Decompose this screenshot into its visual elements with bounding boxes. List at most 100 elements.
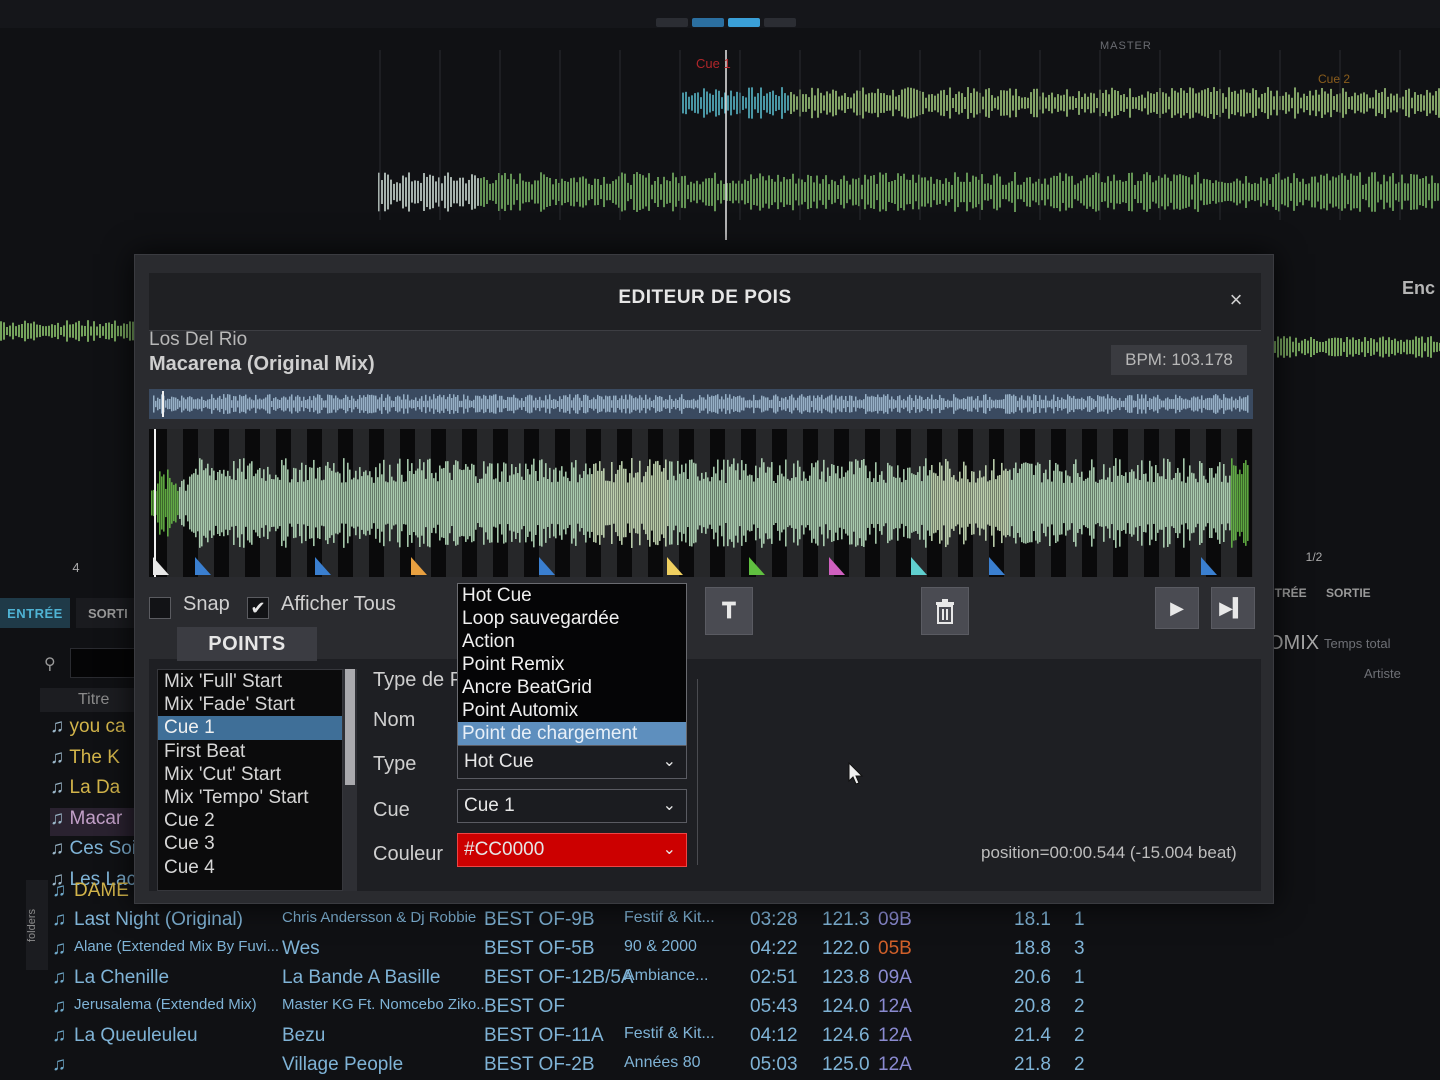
cell-album: BEST OF-9B <box>484 909 595 930</box>
couleur-select-value: #CC0000 <box>464 839 545 860</box>
dropdown-option[interactable]: Ancre BeatGrid <box>458 676 686 699</box>
cell-gain: 21.8 <box>1014 1054 1051 1075</box>
deck-button[interactable] <box>728 18 760 27</box>
snap-label: Snap <box>183 593 230 615</box>
type-de-point-dropdown[interactable]: Hot Cue Loop sauvegardée Action Point Remix… <box>457 583 687 745</box>
left-deck-waveform <box>0 320 134 342</box>
total-time-label: Temps total <box>1324 636 1391 651</box>
chevron-down-icon: ⌄ <box>662 753 676 770</box>
table-row[interactable]: ♫ La Queuleuleu Bezu BEST OF-11A Festif & Ki… <box>0 1025 1440 1054</box>
points-list-item[interactable]: Mix 'Cut' Start <box>158 763 342 786</box>
type-de-point-label: Type de P <box>373 669 464 691</box>
dropdown-option[interactable]: Point Automix <box>458 699 686 722</box>
left-entree-button[interactable]: ENTRÉE <box>0 598 70 628</box>
couleur-select[interactable]: #CC0000 ⌄ <box>457 833 687 867</box>
table-row[interactable]: ♫ Last Night (Original) Chris Andersson & … <box>0 909 1440 938</box>
marker-button[interactable]: 𝐓 <box>705 587 753 635</box>
cell-artist: Village People <box>282 1054 404 1075</box>
poi-editor-dialog: EDITEUR DE POIS × Los Del Rio Macarena (… <box>134 254 1274 904</box>
right-loop-size[interactable]: 1/2 <box>1296 546 1332 568</box>
cell-album: BEST OF-5B <box>484 938 595 959</box>
search-input[interactable] <box>70 648 136 678</box>
cell-album: BEST OF-12B/5A <box>484 967 634 988</box>
divider <box>697 679 698 865</box>
cell-key: 12A <box>878 1025 912 1046</box>
main-waveform[interactable] <box>149 429 1253 577</box>
mouse-cursor-icon <box>848 762 864 785</box>
points-scroll-thumb[interactable] <box>345 669 355 785</box>
cell-gain: 18.8 <box>1014 938 1051 959</box>
points-list-item[interactable]: Cue 2 <box>158 809 342 832</box>
skip-end-button[interactable]: ▶▍ <box>1211 587 1255 629</box>
overview-waveform[interactable] <box>149 389 1253 419</box>
deck-waveforms <box>378 50 1440 240</box>
dropdown-option[interactable]: Point Remix <box>458 653 686 676</box>
left-loop-size[interactable]: 4 <box>58 558 94 578</box>
title-column-header[interactable]: Titre <box>40 688 136 712</box>
deck-button[interactable] <box>764 18 796 27</box>
table-row[interactable]: ♫ La Chenille La Bande A Basille BEST OF-12… <box>0 967 1440 996</box>
left-list-item[interactable]: ♫ The K <box>50 747 136 775</box>
close-icon[interactable]: × <box>1225 289 1247 311</box>
cell-key: 12A <box>878 996 912 1017</box>
points-list-item[interactable]: Mix 'Tempo' Start <box>158 786 342 809</box>
points-list-item[interactable]: Cue 4 <box>158 856 342 879</box>
points-list[interactable]: Mix 'Full' Start Mix 'Fade' Start Cue 1 Fir… <box>157 669 343 891</box>
cell-artist: Wes <box>282 938 320 959</box>
points-list-item[interactable]: First Beat <box>158 740 342 763</box>
cell-rating: 3 <box>1074 938 1085 959</box>
cue2-marker-label: Cue 2 <box>1318 72 1351 86</box>
dropdown-option[interactable]: Action <box>458 630 686 653</box>
cell-gain: 20.6 <box>1014 967 1051 988</box>
check-icon: ✔ <box>250 598 266 618</box>
delete-button[interactable] <box>921 587 969 635</box>
music-note-icon: ♫ <box>50 777 70 798</box>
tab-points[interactable]: POINTS <box>177 627 317 661</box>
type-select[interactable]: Hot Cue ⌄ <box>457 745 687 779</box>
dropdown-option[interactable]: Point de chargement <box>458 722 686 745</box>
cell-key: 09B <box>878 909 912 930</box>
trash-icon <box>936 599 954 624</box>
left-list-item[interactable]: ♫ Macar <box>50 807 136 836</box>
play-button[interactable]: ▶ <box>1155 587 1199 629</box>
type-label: Type <box>373 753 417 775</box>
points-list-item[interactable]: Mix 'Fade' Start <box>158 693 342 716</box>
points-list-item[interactable]: Cue 1 <box>158 716 342 740</box>
artist-column-header[interactable]: Artiste <box>1364 666 1401 681</box>
music-note-icon: ♫ <box>50 716 70 737</box>
left-sortie-button[interactable]: SORTI <box>76 598 136 628</box>
music-note-icon: ♫ <box>52 909 67 930</box>
music-note-icon: ♫ <box>52 1025 67 1046</box>
deck-button[interactable] <box>692 18 724 27</box>
cue1-marker-label: Cue 1 <box>696 56 731 71</box>
right-deck-waveform <box>1262 336 1440 358</box>
table-row[interactable]: ♫ Alane (Extended Mix By Fuvi... Wes BEST O… <box>0 938 1440 967</box>
afficher-tous-checkbox[interactable]: ✔ <box>247 597 269 619</box>
table-row[interactable]: ♫ Jerusalema (Extended Mix) Master KG Ft. … <box>0 996 1440 1025</box>
cue-select[interactable]: Cue 1 ⌄ <box>457 789 687 823</box>
dropdown-option[interactable]: Loop sauvegardée <box>458 607 686 630</box>
left-list-item[interactable]: ♫ Ces Soir <box>50 838 136 866</box>
left-list-item[interactable]: ♫ La Da <box>50 777 136 805</box>
cell-bpm: 121.3 <box>822 909 870 930</box>
snap-checkbox[interactable] <box>149 597 171 619</box>
cell-genre: Années 80 <box>624 1054 701 1071</box>
cell-gain: 21.4 <box>1014 1025 1051 1046</box>
chevron-down-icon: ⌄ <box>662 797 676 814</box>
left-list-item[interactable]: ♫ you ca <box>50 716 136 744</box>
cell-album: BEST OF-11A <box>484 1025 604 1046</box>
cell-rating: 2 <box>1074 1025 1085 1046</box>
app-window: MASTER Cue 1 Cue 2 Enc 4 ENTRÉE SORTI 1/… <box>0 0 1440 1080</box>
search-icon[interactable]: ⚲ <box>44 654 64 674</box>
cell-time: 05:03 <box>750 1054 798 1075</box>
points-list-item[interactable]: Cue 3 <box>158 832 342 855</box>
deck-button[interactable] <box>656 18 688 27</box>
table-row[interactable]: ♫ Village People BEST OF-2B Années 80 05:03 1… <box>0 1054 1440 1080</box>
music-note-icon: ♫ <box>52 996 67 1017</box>
afficher-tous-label: Afficher Tous <box>281 593 396 615</box>
dropdown-option[interactable]: Hot Cue <box>458 584 686 607</box>
cell-time: 04:22 <box>750 938 798 959</box>
cell-artist: La Bande A Basille <box>282 967 441 988</box>
right-sortie-button[interactable]: SORTIE <box>1326 586 1371 600</box>
points-list-item[interactable]: Mix 'Full' Start <box>158 670 342 693</box>
